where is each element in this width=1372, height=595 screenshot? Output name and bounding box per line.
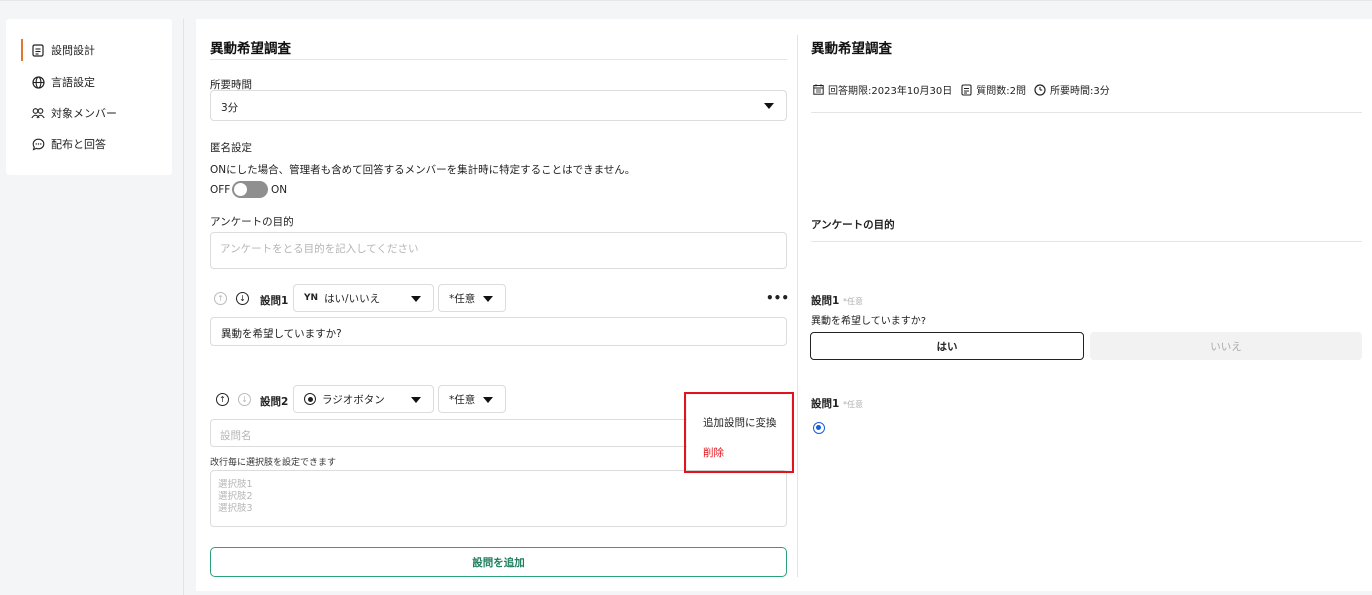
sidebar-item-label: 設問設計 [51,44,95,57]
calendar-icon [812,84,824,96]
anon-label: 匿名設定 [210,142,252,154]
time-text: 所要時間:3分 [1050,86,1110,97]
choices-placeholder: 選択肢1 選択肢2 選択肢3 [218,479,253,515]
globe-icon [31,75,45,89]
choice-placeholder: 選択肢1 [218,479,253,490]
toggle-on-label: ON [271,184,288,196]
purpose-divider [811,241,1362,242]
question2-type-select[interactable]: ラジオボタン [293,385,434,413]
question1-required-select[interactable]: *任意 [438,284,506,312]
preview-question1-label: 設問1 *任意 [811,293,863,308]
question1-text-input[interactable]: 異動を希望していますか? [210,317,787,346]
clock-icon [1034,83,1046,96]
preview-question1-tag: *任意 [842,297,863,306]
preview-purpose-label: アンケートの目的 [811,219,895,231]
chat-icon [31,137,45,151]
preview-title: 異動希望調査 [811,41,892,57]
sidebar-item-label: 対象メンバー [51,107,117,120]
move-down-icon[interactable]: ↓ [238,393,251,406]
duration-value: 3分 [221,102,239,114]
highlight-box [684,392,794,473]
question2-type-value: ラジオボタン [322,393,385,406]
choice-placeholder: 選択肢2 [218,491,253,502]
chevron-down-icon [411,397,421,403]
anonymous-toggle[interactable] [232,181,268,198]
users-icon [31,106,45,120]
sidebar-divider [183,19,184,595]
purpose-label: アンケートの目的 [210,216,294,228]
deadline-text: 回答期限:2023年10月30日 [828,86,953,97]
preview-question2-tag: *任意 [842,400,863,409]
choice-placeholder: 選択肢3 [218,503,253,514]
preview-radio-button[interactable] [813,422,825,434]
question1-more-icon[interactable]: ••• [766,291,789,305]
document-icon [31,43,45,57]
duration-select[interactable]: 3分 [210,90,787,121]
choices-hint: 改行毎に選択肢を設定できます [210,458,337,468]
preview-question1-text: 異動を希望していますか? [811,316,927,327]
preview-meta: 回答期限:2023年10月30日 質問数:2問 所要時間:3分 [812,82,1110,97]
question1-type-value: はい/いいえ [324,292,381,305]
top-border [0,0,1372,1]
chevron-down-icon [483,397,493,403]
purpose-placeholder: アンケートをとる目的を記入してください [220,243,419,255]
question2-required-select[interactable]: *任意 [438,385,506,413]
purpose-input[interactable]: アンケートをとる目的を記入してください [210,232,787,269]
question2-label: 設問2 [260,396,289,408]
toggle-knob [234,183,247,196]
column-divider [797,35,798,577]
question1-label: 設問1 [260,295,289,307]
chevron-down-icon [483,296,493,302]
sidebar-item-question-design[interactable]: 設問設計 [31,40,95,60]
question-count-text: 質問数:2問 [976,86,1027,97]
toggle-off-label: OFF [210,184,231,196]
sidebar-item-language[interactable]: 言語設定 [31,72,95,92]
sidebar-item-members[interactable]: 対象メンバー [31,103,117,123]
active-indicator [21,39,23,61]
sidebar-item-distribution[interactable]: 配布と回答 [31,134,106,154]
editor-title: 異動希望調査 [210,41,291,57]
add-question-button[interactable]: 設問を追加 [210,547,787,577]
move-up-icon[interactable]: ↑ [216,393,229,406]
preview-no-button[interactable]: いいえ [1090,332,1362,360]
anon-description: ONにした場合、管理者も含めて回答するメンバーを集計時に特定することはできません… [210,164,636,176]
move-down-icon[interactable]: ↓ [236,292,249,305]
move-up-icon[interactable]: ↑ [214,292,227,305]
question2-name-placeholder: 設問名 [220,430,252,442]
preview-yes-button[interactable]: はい [810,332,1084,360]
document-icon [960,83,972,96]
chevron-down-icon [411,296,421,302]
preview-question1-number: 設問1 [811,295,840,307]
question2-required-value: *任意 [449,393,476,406]
chevron-down-icon [764,103,774,109]
choices-textarea[interactable]: 選択肢1 選択肢2 選択肢3 [210,470,787,527]
sidebar-item-label: 配布と回答 [51,138,106,151]
sidebar-item-label: 言語設定 [51,76,95,89]
preview-question2-number: 設問1 [811,398,840,410]
preview-divider [811,112,1362,113]
question1-type-select[interactable]: YN はい/いいえ [293,284,434,312]
question1-text-value: 異動を希望していますか? [221,328,342,340]
question1-required-value: *任意 [449,292,476,305]
title-divider [210,59,787,60]
preview-question2-label: 設問1 *任意 [811,396,863,411]
yes-no-icon: YN [304,293,319,303]
sidebar: 設問設計 言語設定 対象メンバー 配布と回答 [6,19,172,175]
radio-button-icon [304,393,316,405]
